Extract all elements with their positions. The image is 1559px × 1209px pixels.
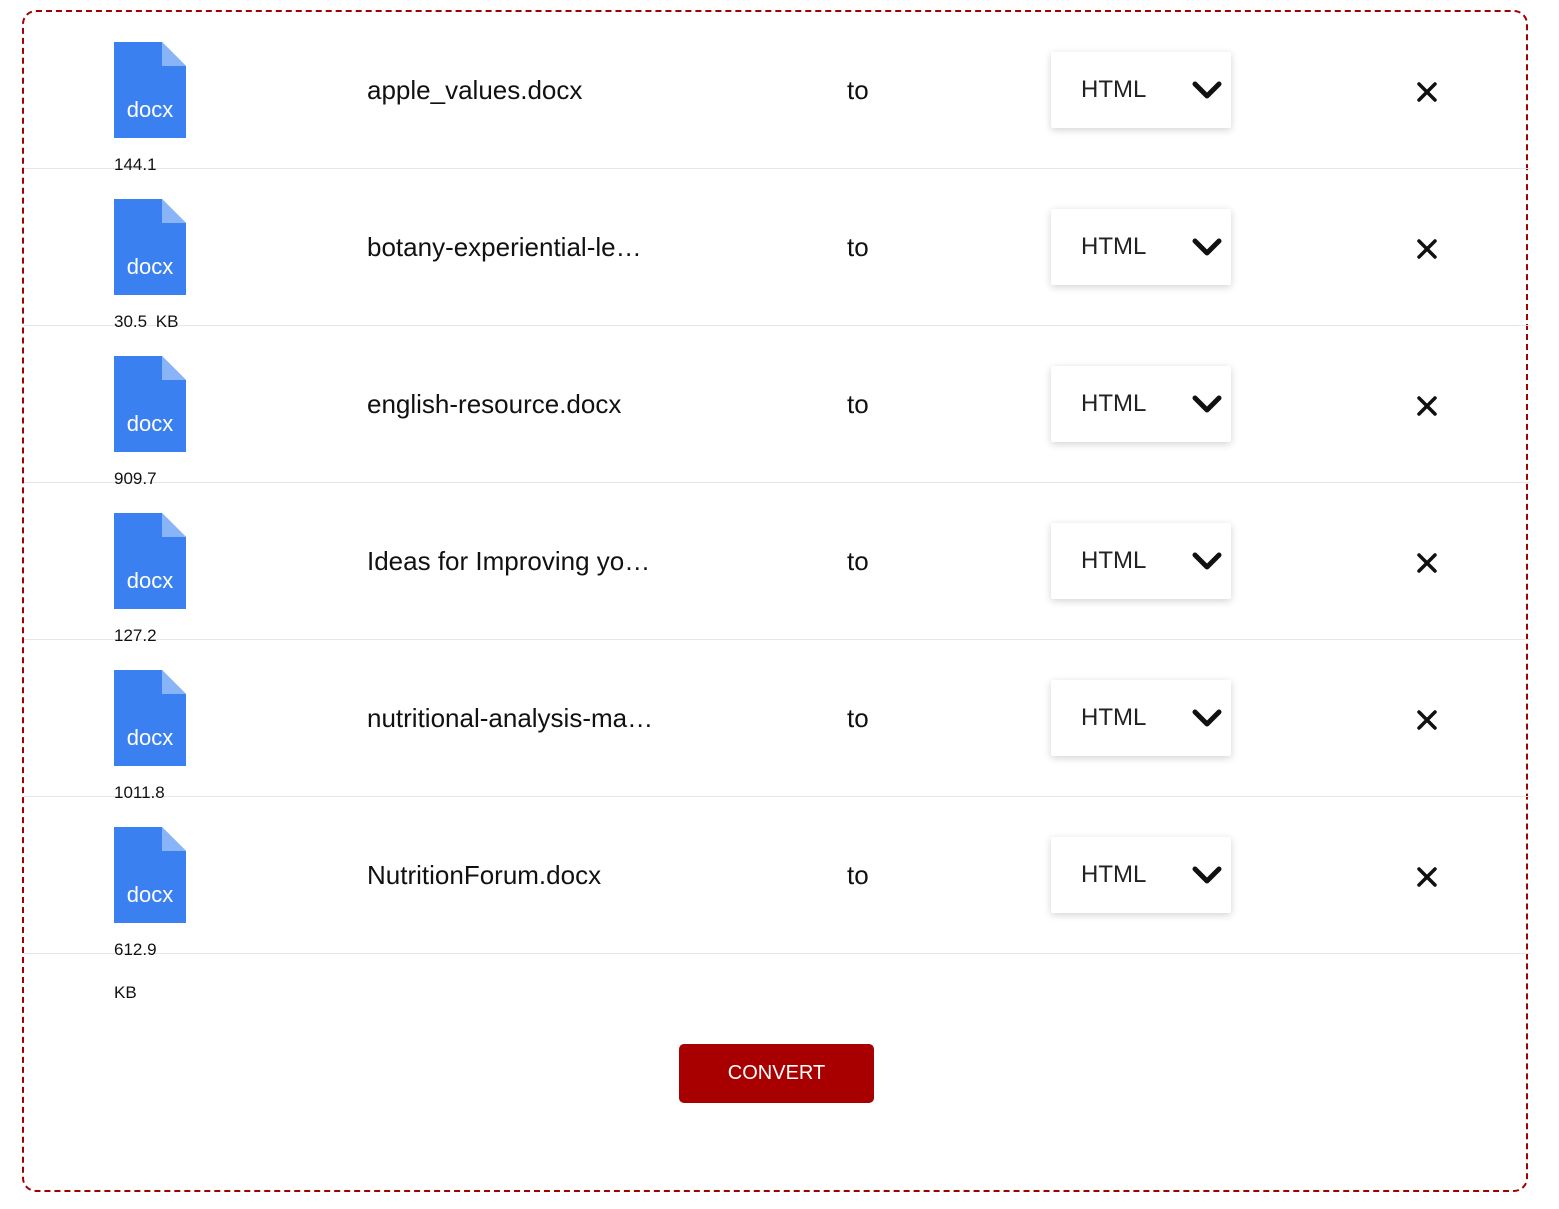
target-format-select[interactable]: HTML bbox=[1051, 52, 1231, 128]
close-icon[interactable] bbox=[1414, 393, 1440, 419]
close-icon[interactable] bbox=[1414, 707, 1440, 733]
convert-button[interactable]: CONVERT bbox=[679, 1044, 874, 1103]
file-size: 612.9 KB bbox=[114, 940, 157, 1002]
file-extension: docx bbox=[126, 725, 174, 750]
file-name: english-resource.docx bbox=[367, 389, 622, 419]
chevron-down-icon bbox=[1192, 395, 1222, 413]
target-format-value: HTML bbox=[1081, 390, 1147, 417]
chevron-down-icon bbox=[1192, 81, 1222, 99]
file-row: docx 612.9 KB NutritionForum.docx to HTM… bbox=[24, 797, 1530, 1002]
file-extension: docx bbox=[126, 882, 174, 907]
document-icon: docx bbox=[114, 827, 186, 923]
to-label: to bbox=[847, 389, 869, 419]
chevron-down-icon bbox=[1192, 709, 1222, 727]
target-format-value: HTML bbox=[1081, 76, 1147, 103]
file-row: docx 127.2 KB Ideas for Improving yo… to… bbox=[24, 483, 1530, 688]
file-row: docx 909.7 KB english-resource.docx to H… bbox=[24, 326, 1530, 531]
close-icon[interactable] bbox=[1414, 79, 1440, 105]
target-format-value: HTML bbox=[1081, 861, 1147, 888]
file-row: docx 1011.8 KB nutritional-analysis-ma… … bbox=[24, 640, 1530, 845]
chevron-down-icon bbox=[1192, 866, 1222, 884]
chevron-down-icon bbox=[1192, 552, 1222, 570]
to-label: to bbox=[847, 703, 869, 733]
file-extension: docx bbox=[126, 97, 174, 122]
file-name: NutritionForum.docx bbox=[367, 860, 602, 890]
to-label: to bbox=[847, 860, 869, 890]
file-row: docx 30.5 KB botany-experiential-le… to … bbox=[24, 169, 1530, 331]
target-format-select[interactable]: HTML bbox=[1051, 837, 1231, 913]
to-label: to bbox=[847, 546, 869, 576]
file-name: botany-experiential-le… bbox=[367, 232, 642, 262]
document-icon: docx bbox=[114, 199, 186, 295]
close-icon[interactable] bbox=[1414, 236, 1440, 262]
document-icon: docx bbox=[114, 356, 186, 452]
file-extension: docx bbox=[126, 254, 174, 279]
target-format-select[interactable]: HTML bbox=[1051, 680, 1231, 756]
file-name: Ideas for Improving yo… bbox=[367, 546, 651, 576]
target-format-select[interactable]: HTML bbox=[1051, 523, 1231, 599]
file-name: nutritional-analysis-ma… bbox=[367, 703, 654, 733]
target-format-value: HTML bbox=[1081, 547, 1147, 574]
close-icon[interactable] bbox=[1414, 864, 1440, 890]
target-format-select[interactable]: HTML bbox=[1051, 366, 1231, 442]
document-icon: docx bbox=[114, 670, 186, 766]
file-conversion-panel: docx 144.1 KB apple_values.docx to HTML … bbox=[22, 10, 1530, 1192]
close-icon[interactable] bbox=[1414, 550, 1440, 576]
target-format-value: HTML bbox=[1081, 233, 1147, 260]
file-extension: docx bbox=[126, 568, 174, 593]
file-row: docx 144.1 KB apple_values.docx to HTML bbox=[24, 12, 1530, 217]
target-format-select[interactable]: HTML bbox=[1051, 209, 1231, 285]
to-label: to bbox=[847, 75, 869, 105]
file-name: apple_values.docx bbox=[367, 75, 583, 105]
to-label: to bbox=[847, 232, 869, 262]
file-extension: docx bbox=[126, 411, 174, 436]
document-icon: docx bbox=[114, 42, 186, 138]
target-format-value: HTML bbox=[1081, 704, 1147, 731]
document-icon: docx bbox=[114, 513, 186, 609]
chevron-down-icon bbox=[1192, 238, 1222, 256]
